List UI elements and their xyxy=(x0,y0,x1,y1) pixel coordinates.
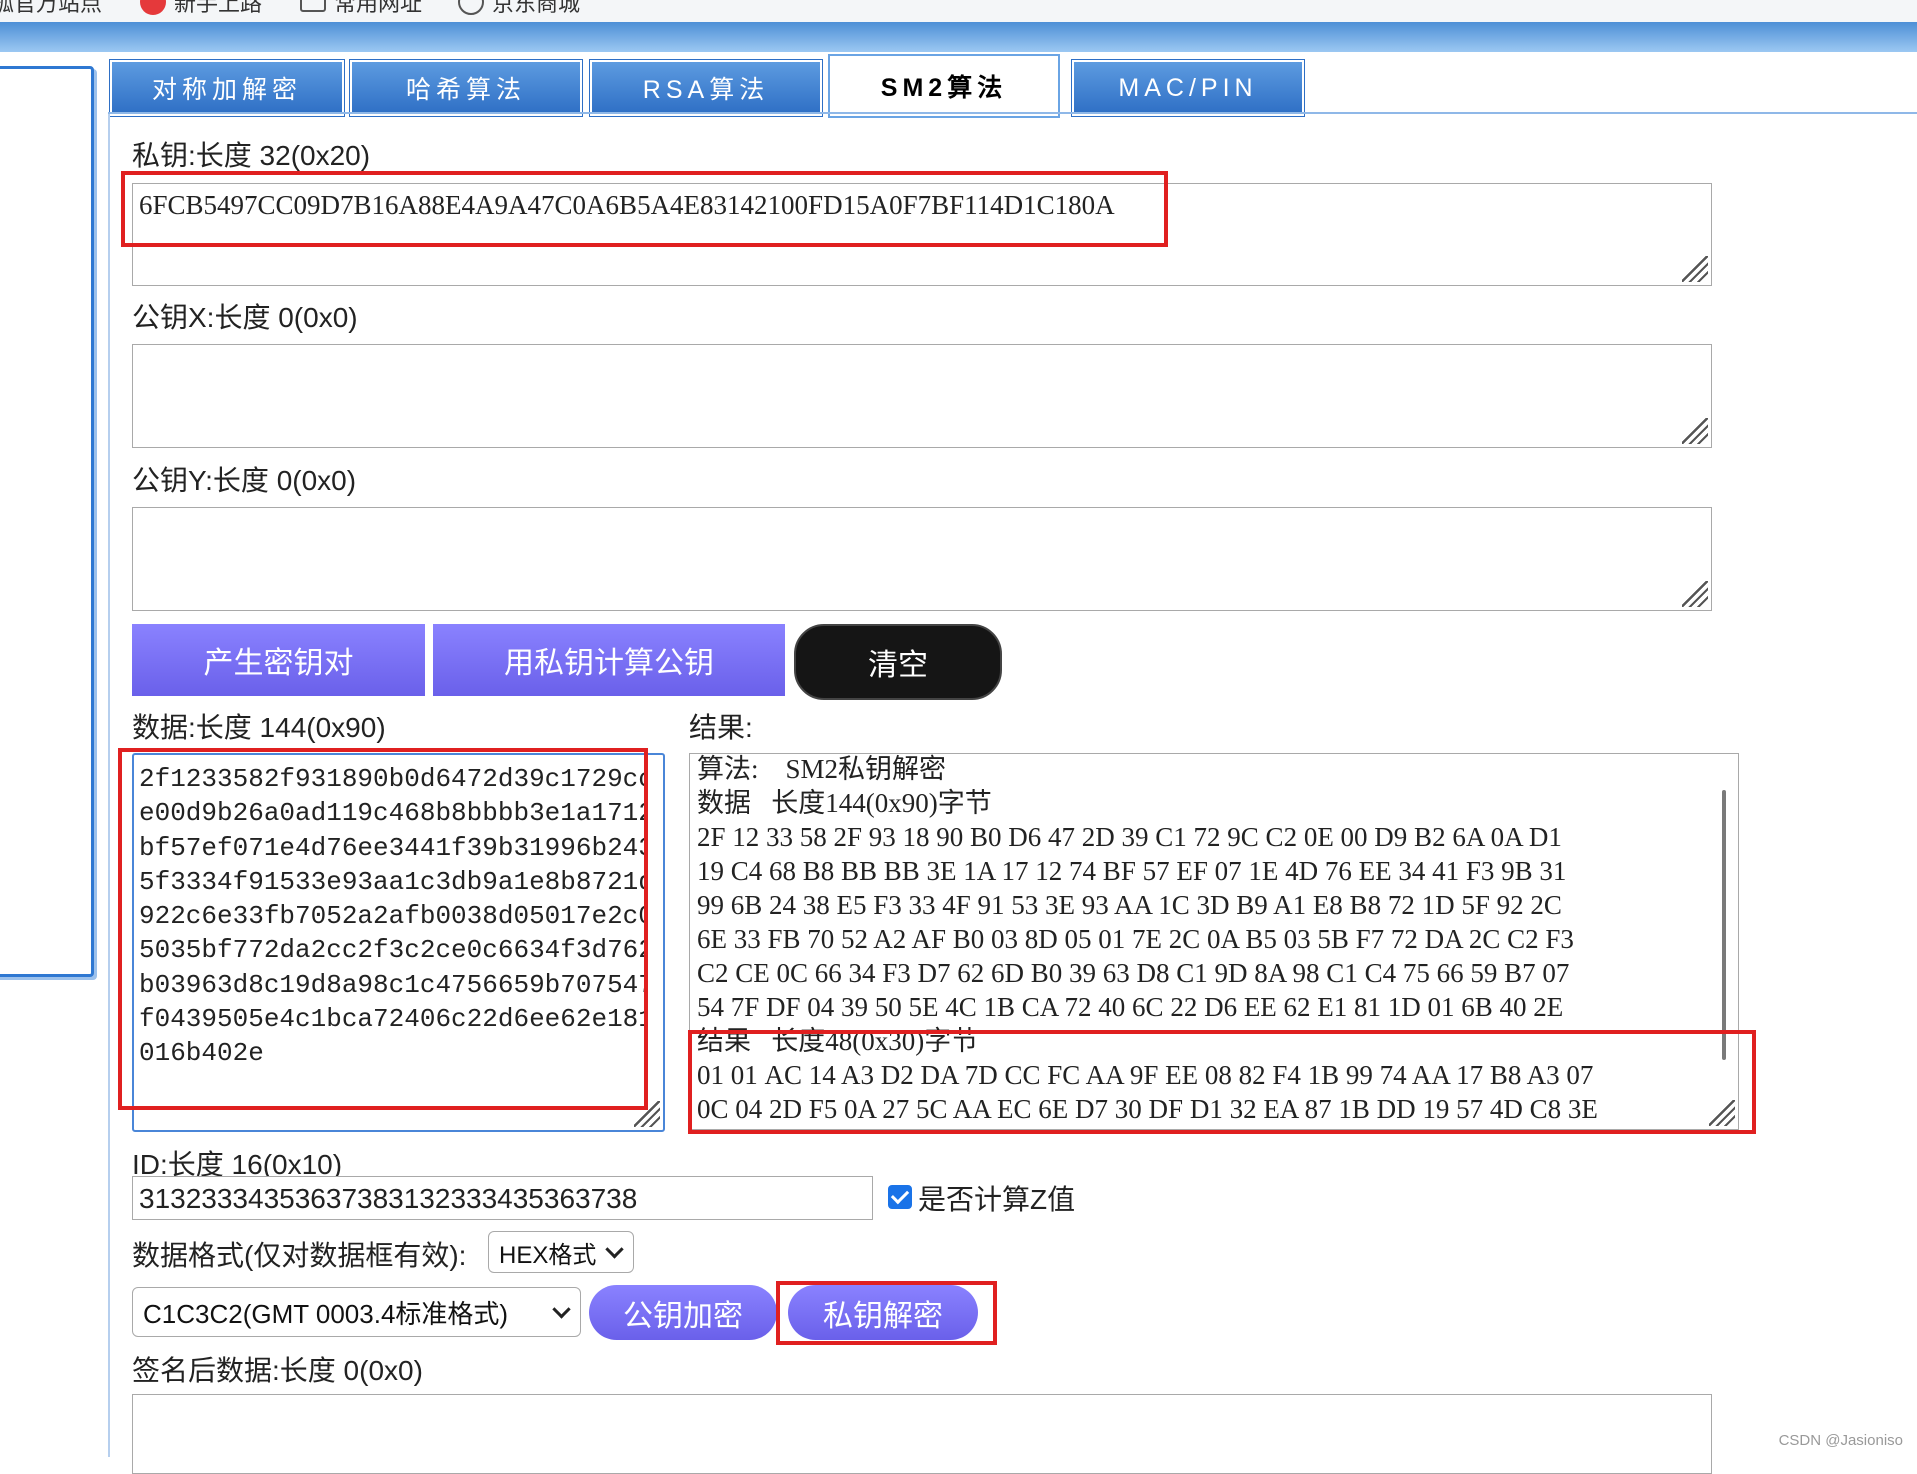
folder-icon xyxy=(300,0,326,12)
bookmark-label: 新手上路 xyxy=(174,0,263,16)
public-key-x-label: 公钥X:长度 0(0x0) xyxy=(132,302,358,333)
highlight-frame xyxy=(121,171,1168,247)
bookmark-item[interactable]: 新手上路 xyxy=(140,0,262,18)
globe-icon xyxy=(458,0,484,15)
bookmark-item[interactable]: 孤官万站点 xyxy=(0,0,102,18)
resize-grip-icon[interactable] xyxy=(1682,418,1708,444)
highlight-frame xyxy=(776,1281,997,1345)
result-label: 结果: xyxy=(689,712,753,743)
bookmark-item[interactable]: 京东商城 xyxy=(458,0,580,18)
bookmark-label: 孤官万站点 xyxy=(0,0,103,16)
tab-symmetric[interactable]: 对称加解密 xyxy=(110,60,344,116)
bookmark-item[interactable]: 常用网址 xyxy=(300,0,422,18)
resize-grip-icon[interactable] xyxy=(1682,581,1708,607)
content-border xyxy=(108,114,110,1457)
generate-keypair-button[interactable]: 产生密钥对 xyxy=(132,624,425,696)
tab-sm2[interactable]: SM2算法 xyxy=(830,56,1058,116)
result-scrollbar[interactable] xyxy=(1722,790,1726,1060)
data-format-select[interactable]: HEX格式 xyxy=(488,1231,634,1273)
highlight-frame xyxy=(688,1030,1756,1134)
firefox-icon xyxy=(140,0,166,15)
tab-mac-pin[interactable]: MAC/PIN xyxy=(1072,60,1304,116)
cipher-format-selected: C1C3C2(GMT 0003.4标准格式) xyxy=(143,1298,509,1329)
id-input[interactable]: 31323334353637383132333435363738 xyxy=(132,1176,873,1220)
watermark: CSDN @Jasioniso xyxy=(1778,1432,1903,1449)
compute-z-label: 是否计算Z值 xyxy=(918,1184,1076,1215)
bookmark-label: 常用网址 xyxy=(334,0,423,16)
cipher-format-select[interactable]: C1C3C2(GMT 0003.4标准格式) xyxy=(132,1287,581,1337)
data-label: 数据:长度 144(0x90) xyxy=(132,712,386,743)
public-key-y-textarea[interactable] xyxy=(132,507,1712,611)
public-key-y-label: 公钥Y:长度 0(0x0) xyxy=(132,465,357,496)
data-format-selected: HEX格式 xyxy=(499,1241,597,1269)
compute-z-checkbox[interactable] xyxy=(888,1185,912,1209)
signed-data-label: 签名后数据:长度 0(0x0) xyxy=(132,1355,423,1386)
chevron-down-icon xyxy=(605,1240,624,1259)
tab-hash[interactable]: 哈希算法 xyxy=(350,60,582,116)
bookmark-label: 京东商城 xyxy=(492,0,581,16)
tab-divider xyxy=(108,112,1917,114)
public-key-x-textarea[interactable] xyxy=(132,344,1712,448)
resize-grip-icon[interactable] xyxy=(1682,256,1708,282)
compute-public-key-button[interactable]: 用私钥计算公钥 xyxy=(433,624,785,696)
data-format-label: 数据格式(仅对数据框有效): xyxy=(132,1240,467,1271)
private-key-label: 私钥:长度 32(0x20) xyxy=(132,140,371,171)
signed-data-textarea[interactable] xyxy=(132,1394,1712,1474)
left-panel xyxy=(0,66,94,977)
id-value: 31323334353637383132333435363738 xyxy=(139,1183,638,1214)
public-encrypt-button[interactable]: 公钥加密 xyxy=(589,1285,777,1340)
highlight-frame xyxy=(118,748,648,1110)
chevron-down-icon xyxy=(552,1300,571,1319)
header-band xyxy=(0,22,1917,52)
clear-button[interactable]: 清空 xyxy=(794,624,1002,700)
tab-rsa[interactable]: RSA算法 xyxy=(590,60,822,116)
bookmarks-bar: 孤官万站点 新手上路 常用网址 京东商城 xyxy=(0,0,1917,22)
